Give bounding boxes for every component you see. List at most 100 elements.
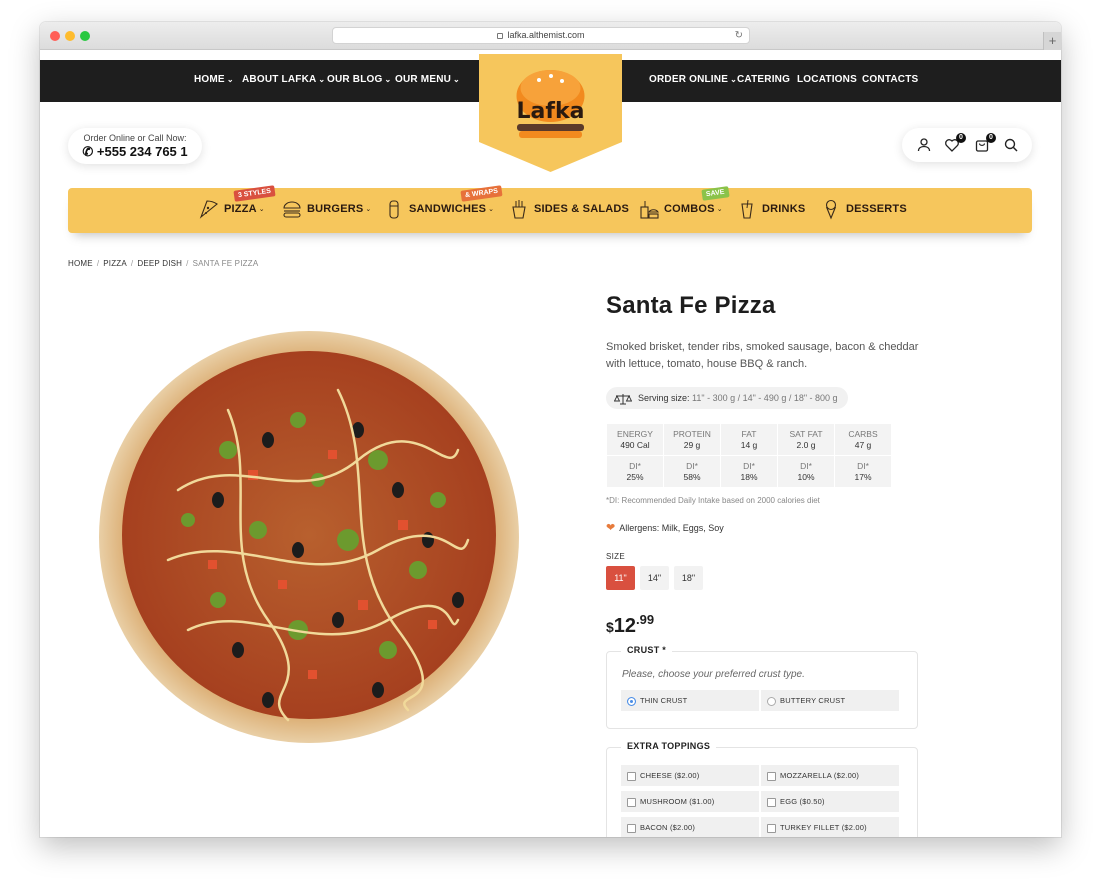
topping-mozzarella[interactable]: MOZZARELLA ($2.00) [761,765,899,786]
wishlist-button[interactable]: 0 [944,133,966,153]
maximize-window-button[interactable] [80,31,90,41]
di-fat: DI* 18% [721,456,777,487]
allergens: ❤ Allergens: Milk, Eggs, Soy [606,522,724,534]
chevron-down-icon: ⌄ [730,75,737,84]
cart-count: 0 [986,133,996,143]
nav-blog[interactable]: OUR BLOG ⌄ [327,74,391,85]
product-description: Smoked brisket, tender ribs, smoked saus… [606,341,919,370]
minimize-window-button[interactable] [65,31,75,41]
url-text: lafka.althemist.com [507,30,585,40]
chevron-down-icon: ⌄ [453,75,460,84]
product-details: Santa Fe Pizza Smoked brisket, tender ri… [606,292,926,638]
nutrition-note: *DI: Recommended Daily Intake based on 2… [606,496,820,505]
checkbox[interactable] [767,797,776,807]
address-bar[interactable]: lafka.althemist.com ↻ [332,27,750,44]
category-combos[interactable]: SAVE COMBOS ⌄ [638,186,730,224]
category-sandwiches[interactable]: & WRAPS SANDWICHES ⌄ [383,185,503,224]
crust-options: CRUST * Please, choose your preferred cr… [606,645,918,729]
phone-number: +555 234 765 1 [96,144,188,159]
nav-locations[interactable]: LOCATIONS [797,74,857,85]
nutrition-table: ENERGY 490 Cal PROTEIN 29 g FAT 14 g SAT FA… [606,423,892,488]
toppings-legend: EXTRA TOPPINGS [621,741,717,751]
crust-hint: Please, choose your preferred crust type… [622,669,805,680]
topping-bacon[interactable]: BACON ($2.00) [621,817,759,837]
nutrition-carbs: CARBS 47 g [835,424,891,455]
size-option-14[interactable]: 14" [640,566,669,590]
reload-icon[interactable]: ↻ [735,28,743,43]
di-energy: DI* 25% [607,456,663,487]
user-icon[interactable] [916,137,932,153]
size-option-11[interactable]: 11" [606,566,635,590]
drink-icon [741,199,753,219]
crust-legend: CRUST * [621,645,673,655]
heart-icon: ❤ [606,522,616,534]
close-window-button[interactable] [50,31,60,41]
nav-catering[interactable]: CATERING [737,74,790,85]
cart-button[interactable]: 0 [974,133,996,153]
wrap-icon [389,200,399,219]
product-title: Santa Fe Pizza [606,292,776,319]
chevron-down-icon: ⌄ [226,75,234,84]
size-option-18[interactable]: 18" [674,566,703,590]
di-sat-fat: DI* 10% [778,456,834,487]
product-image[interactable] [98,330,520,745]
di-protein: DI* 58% [664,456,720,487]
pizza-slice-icon [199,200,218,219]
category-pizza[interactable]: 3 STYLES PIZZA ⌄ [198,185,276,224]
breadcrumb-deep-dish[interactable]: DEEP DISH [137,259,182,268]
checkbox[interactable] [627,797,636,807]
browser-titlebar: lafka.althemist.com ↻ + [40,22,1061,50]
category-tag: & WRAPS [460,185,503,202]
radio-selected[interactable] [627,696,636,706]
nav-about[interactable]: ABOUT LAFKA ⌄ [242,74,325,85]
checkbox[interactable] [767,823,776,833]
topping-egg[interactable]: EGG ($0.50) [761,791,899,812]
nav-menu[interactable]: OUR MENU ⌄ [395,74,460,85]
site-logo[interactable]: Lafka [479,54,622,172]
search-icon[interactable] [1003,137,1019,153]
category-burgers[interactable]: BURGERS ⌄ [281,198,371,224]
browser-window: lafka.althemist.com ↻ + HOME ⌄ ABOUT LAFK… [40,22,1061,837]
category-tag: 3 STYLES [233,185,276,202]
topping-turkey-fillet[interactable]: TURKEY FILLET ($2.00) [761,817,899,837]
nutrition-energy: ENERGY 490 Cal [607,424,663,455]
contact-pill[interactable]: Order Online or Call Now: ✆ +555 234 765… [68,128,202,164]
phone-icon: ✆ [82,144,94,159]
breadcrumb-home[interactable]: HOME [68,259,93,268]
chevron-down-icon: ⌄ [365,206,372,213]
chevron-down-icon: ⌄ [258,206,265,213]
serving-size: Serving size: 11" - 300 g / 14" - 490 g … [606,387,848,409]
checkbox[interactable] [627,771,636,781]
chevron-down-icon: ⌄ [716,206,723,213]
category-desserts[interactable]: DESSERTS [820,198,907,224]
nav-order-online[interactable]: ORDER ONLINE ⌄ [649,74,737,85]
chevron-down-icon: ⌄ [318,75,326,84]
header-actions: 0 0 [902,128,1032,162]
di-carbs: DI* 17% [835,456,891,487]
product-price: $12.99 [606,612,655,637]
chevron-down-icon: ⌄ [384,75,392,84]
nav-home[interactable]: HOME ⌄ [194,74,234,85]
new-tab-button[interactable]: + [1043,32,1061,50]
chevron-down-icon: ⌄ [488,206,495,213]
ice-cream-icon [825,199,837,220]
size-label: SIZE [606,552,625,561]
fries-icon [512,200,526,219]
burger-icon [283,201,301,218]
topping-cheese[interactable]: CHEESE ($2.00) [621,765,759,786]
checkbox[interactable] [767,771,776,781]
nutrition-protein: PROTEIN 29 g [664,424,720,455]
category-tag: SAVE [701,186,730,201]
checkbox[interactable] [627,823,636,833]
nav-contacts[interactable]: CONTACTS [862,74,918,85]
category-bar: 3 STYLES PIZZA ⌄ BURGERS ⌄ & WRAPS SANDWIC… [68,185,1032,233]
nutrition-fat: FAT 14 g [721,424,777,455]
breadcrumb-pizza[interactable]: PIZZA [103,259,127,268]
combo-icon [640,201,659,219]
crust-option-thin[interactable]: THIN CRUST [621,690,759,711]
category-drinks[interactable]: DRINKS [736,198,805,224]
crust-option-buttery[interactable]: BUTTERY CRUST [761,690,899,711]
topping-mushroom[interactable]: MUSHROOM ($1.00) [621,791,759,812]
category-sides-salads[interactable]: SIDES & SALADS [508,198,629,224]
radio-unselected[interactable] [767,696,776,706]
